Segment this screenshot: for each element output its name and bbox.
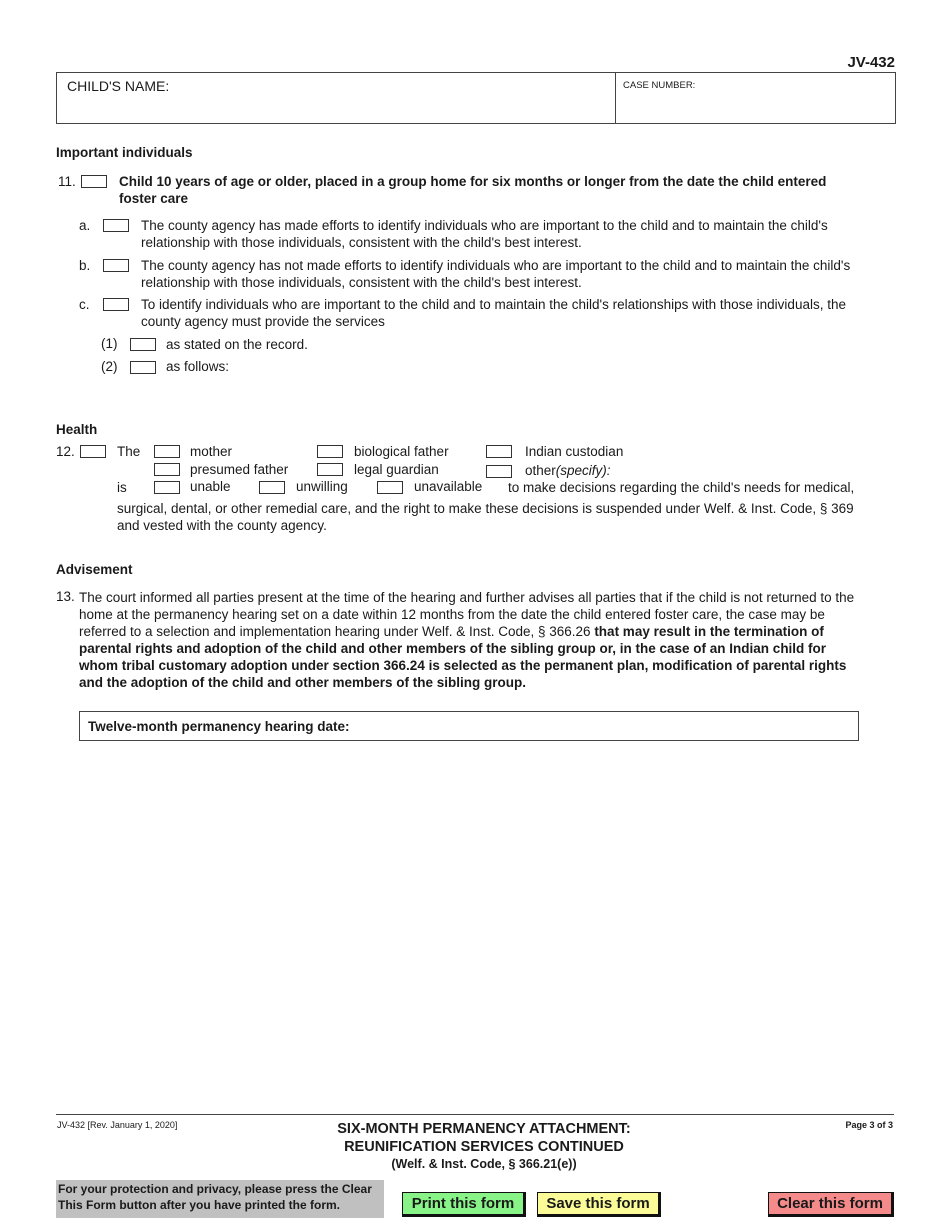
indian-custodian-label: Indian custodian <box>525 444 624 459</box>
item-12-is: is <box>117 480 127 495</box>
other-text: other <box>525 463 556 478</box>
child-name-field[interactable] <box>67 95 607 119</box>
item-11b-line1: The county agency has not made efforts t… <box>141 258 851 273</box>
page-number: Page 3 of 3 <box>845 1120 893 1130</box>
item-11c1-number: (1) <box>101 336 118 351</box>
item-11c1-checkbox[interactable] <box>130 338 156 351</box>
form-title: SIX-MONTH PERMANENCY ATTACHMENT: REUNIFI… <box>0 1120 950 1156</box>
item-13-line3-normal: referred to a selection and implementati… <box>79 624 595 639</box>
other-label: other(specify): <box>525 463 611 478</box>
item-11c-line1: To identify individuals who are importan… <box>141 297 846 312</box>
item-11c2-checkbox[interactable] <box>130 361 156 374</box>
privacy-line1: For your protection and privacy, please … <box>58 1182 372 1196</box>
legal-guardian-checkbox[interactable] <box>317 463 343 476</box>
unwilling-label: unwilling <box>296 479 348 494</box>
item-12-text-line2: surgical, dental, or other remedial care… <box>117 501 854 516</box>
item-11a-checkbox[interactable] <box>103 219 129 232</box>
item-11c-checkbox[interactable] <box>103 298 129 311</box>
item-13-line3: referred to a selection and implementati… <box>79 623 854 640</box>
item-12-number: 12. <box>56 444 75 459</box>
item-11c-letter: c. <box>79 297 90 312</box>
indian-custodian-checkbox[interactable] <box>486 445 512 458</box>
hearing-date-label: Twelve-month permanency hearing date: <box>88 719 350 734</box>
biological-father-label: biological father <box>354 444 449 459</box>
privacy-notice: For your protection and privacy, please … <box>56 1180 384 1218</box>
legal-guardian-label: legal guardian <box>354 462 439 477</box>
item-13-number: 13. <box>56 589 75 604</box>
item-12-text-line3: and vested with the county agency. <box>117 518 327 533</box>
item-13-line4: parental rights and adoption of the chil… <box>79 641 827 656</box>
item-13-line2: home at the permanency hearing set on a … <box>79 607 825 622</box>
case-number-label: CASE NUMBER: <box>623 80 696 91</box>
header-divider <box>615 73 616 123</box>
item-11c2-label: as follows: <box>166 359 230 374</box>
unable-label: unable <box>190 479 231 494</box>
section-heading-health: Health <box>56 422 98 437</box>
item-13-text: The court informed all parties present a… <box>79 589 854 691</box>
item-11c1-label: as stated on the record. <box>166 337 308 352</box>
unavailable-checkbox[interactable] <box>377 481 403 494</box>
item-11a-line1: The county agency has made efforts to id… <box>141 218 828 233</box>
mother-checkbox[interactable] <box>154 445 180 458</box>
case-number-field[interactable] <box>623 95 889 119</box>
item-11c-text: To identify individuals who are importan… <box>141 296 846 330</box>
item-12-text-rest: surgical, dental, or other remedial care… <box>117 500 854 534</box>
item-11-line2: foster care <box>119 191 189 206</box>
item-12-the: The <box>117 444 141 459</box>
item-11b-line2: relationship with those individuals, con… <box>141 275 582 290</box>
form-title-line1: SIX-MONTH PERMANENCY ATTACHMENT: <box>337 1121 631 1137</box>
item-11b-letter: b. <box>79 258 91 273</box>
child-name-label: CHILD'S NAME: <box>67 78 170 94</box>
presumed-father-checkbox[interactable] <box>154 463 180 476</box>
item-11b-checkbox[interactable] <box>103 259 129 272</box>
privacy-line2: This Form button after you have printed … <box>58 1198 341 1212</box>
item-13-line5: whom tribal customary adoption under sec… <box>79 658 847 673</box>
item-11-checkbox[interactable] <box>81 175 107 188</box>
item-12-checkbox[interactable] <box>80 445 106 458</box>
item-11-line1: Child 10 years of age or older, placed i… <box>119 174 827 189</box>
item-11a-text: The county agency has made efforts to id… <box>141 217 828 251</box>
hearing-date-field[interactable]: Twelve-month permanency hearing date: <box>79 711 859 741</box>
item-13-line3-bold: that may result in the termination of <box>594 624 824 639</box>
item-13-line1: The court informed all parties present a… <box>79 590 855 605</box>
item-11c-line2: county agency must provide the services <box>141 314 385 329</box>
footer-divider <box>56 1114 894 1115</box>
clear-form-button[interactable]: Clear this form <box>768 1192 894 1217</box>
mother-label: mother <box>190 444 233 459</box>
item-11-text: Child 10 years of age or older, placed i… <box>119 173 826 207</box>
print-form-button[interactable]: Print this form <box>402 1192 526 1217</box>
item-11a-line2: relationship with those individuals, con… <box>141 235 582 250</box>
specify-text: (specify): <box>555 463 611 478</box>
biological-father-checkbox[interactable] <box>317 445 343 458</box>
unable-checkbox[interactable] <box>154 481 180 494</box>
save-form-button[interactable]: Save this form <box>537 1192 661 1217</box>
section-heading-advisement: Advisement <box>56 562 133 577</box>
item-11-number: 11. <box>58 174 76 189</box>
unavailable-label: unavailable <box>414 479 483 494</box>
form-subtitle: (Welf. & Inst. Code, § 366.21(e)) <box>391 1157 577 1171</box>
item-11a-letter: a. <box>79 218 91 233</box>
item-12-text-line1: to make decisions regarding the child's … <box>508 480 855 495</box>
presumed-father-label: presumed father <box>190 462 289 477</box>
item-11b-text: The county agency has not made efforts t… <box>141 257 850 291</box>
other-checkbox[interactable] <box>486 465 512 478</box>
item-11c2-number: (2) <box>101 359 118 374</box>
form-number: JV-432 <box>847 54 895 71</box>
unwilling-checkbox[interactable] <box>259 481 285 494</box>
form-title-line2: REUNIFICATION SERVICES CONTINUED <box>344 1139 624 1155</box>
item-13-line6: and the adoption of the child and other … <box>79 675 527 690</box>
section-heading-important: Important individuals <box>56 145 193 160</box>
header-box: CHILD'S NAME: CASE NUMBER: <box>56 72 896 124</box>
